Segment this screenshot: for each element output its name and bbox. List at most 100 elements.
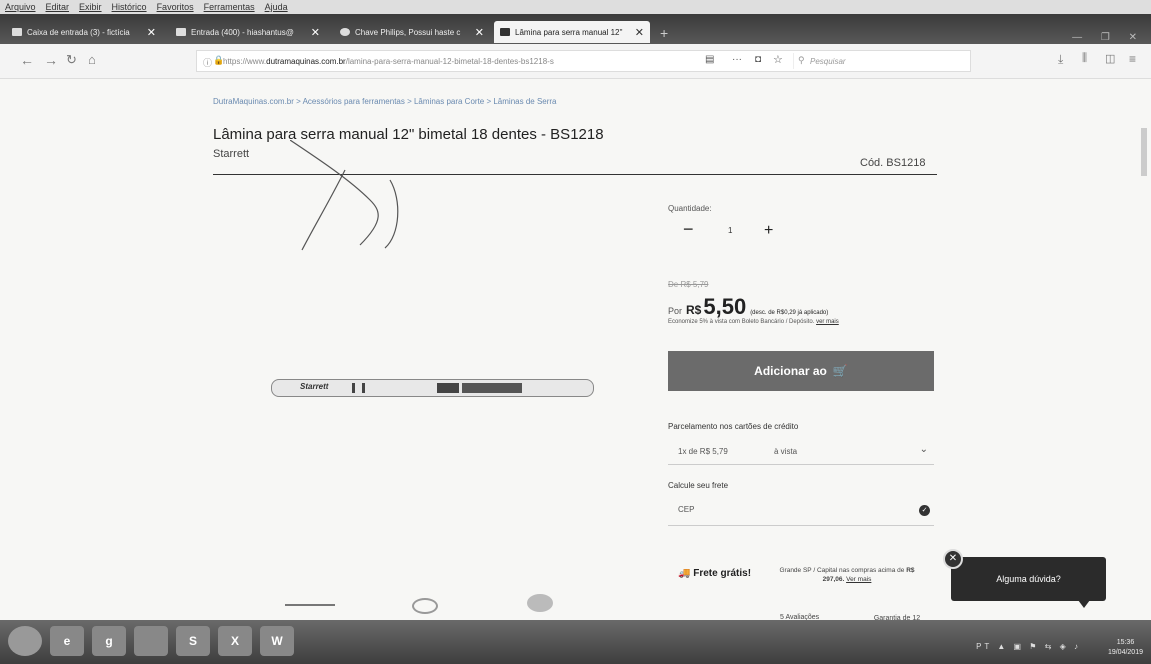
chat-widget[interactable]: Alguma dúvida? [951,557,1106,601]
menu-historico[interactable]: Histórico [107,0,152,14]
address-bar[interactable]: ⓘ 🔒 https://www.dutramaquinas.com.br/lam… [196,50,971,72]
start-button[interactable] [8,626,42,656]
chrome-icon [340,28,350,36]
free-shipping-link[interactable]: Ver mais [846,576,871,583]
taskbar-ie[interactable]: e [50,626,84,656]
system-tray[interactable]: PT ▲ ▣ ⚑ ⇆ ◈ ♪ [976,642,1081,651]
tab-inbox-2[interactable]: Entrada (400) - hiashantus@ ✕ [170,21,326,43]
download-icon[interactable]: ⤓ [1058,52,1063,67]
tab-label: Caixa de entrada (3) - fictícia [27,27,130,37]
discount-note: (desc. de R$0,29 já aplicado) [750,310,829,316]
economy-note: Economize 5% à vista com Boleto Bancário… [668,319,839,325]
clock-time: 15:36 [1116,639,1135,646]
free-shipping-label: Frete grátis! [693,568,752,579]
back-icon[interactable]: ← [20,52,34,68]
add-to-cart-button[interactable]: Adicionar ao 🛒 [668,351,934,391]
installments-select[interactable]: 1x de R$ 5,79 à vista ⌄ [668,438,934,465]
shipping-label: Calcule seu frete [668,481,729,490]
quantity-decrease-button[interactable]: − [683,219,694,240]
handwritten-signature [290,140,399,251]
close-icon[interactable]: ✕ [943,549,963,569]
search-input[interactable]: ⚲ Pesquisar [793,53,968,69]
taskbar-chrome[interactable]: g [92,626,126,656]
taskbar-explorer[interactable] [134,626,168,656]
clock-date: 19/04/2019 [1107,649,1143,656]
library-icon[interactable]: ⫼ [1082,52,1087,65]
home-icon[interactable]: ⌂ [88,52,96,67]
tab-label: Chave Philips, Possui haste c [355,27,461,37]
search-icon: ⚲ [798,55,805,65]
tab-lamina[interactable]: Lâmina para serra manual 12'' ✕ [494,21,650,43]
thumbnail[interactable] [285,590,335,618]
pocket-icon[interactable]: ◘ [755,54,761,65]
scrollbar[interactable] [1139,98,1149,618]
product-code: Cód. BS1218 [860,157,926,169]
close-icon[interactable]: ✕ [147,26,156,39]
close-icon[interactable]: ✕ [311,26,320,39]
taskbar-skype[interactable]: S [176,626,210,656]
close-icon[interactable]: ✕ [635,26,644,39]
forward-icon[interactable]: → [44,52,58,68]
tab-label: Lâmina para serra manual 12'' [515,27,623,37]
menu-favoritos[interactable]: Favoritos [152,0,199,14]
more-icon[interactable]: ··· [732,54,742,65]
product-image-brand: Starrett [300,382,329,391]
thumbnail[interactable] [515,590,565,618]
menu-icon[interactable]: ≡ [1129,52,1136,66]
cep-placeholder: CEP [678,505,695,514]
price-prefix: Por [668,306,683,316]
quantity-increase-button[interactable]: + [764,222,773,240]
blade-stripe [352,383,355,393]
product-image[interactable]: Starrett [271,379,594,397]
sidebar-icon[interactable]: ◫ [1105,52,1115,65]
scrollbar-thumb[interactable] [1141,128,1147,176]
tab-inbox-1[interactable]: Caixa de entrada (3) - fictícia ✕ [6,21,162,43]
installments-label: Parcelamento nos cartões de crédito [668,422,799,431]
menu-ferramentas[interactable]: Ferramentas [199,0,260,14]
chat-tail [1078,600,1090,608]
reload-icon[interactable]: ↻ [66,52,77,68]
menu-bar: Arquivo Editar Exibir Histórico Favoritos Fer… [0,0,1151,14]
language-indicator[interactable]: PT [976,642,992,651]
menu-editar[interactable]: Editar [41,0,75,14]
submit-cep-icon[interactable]: ✓ [919,505,930,516]
url-text[interactable]: https://www.dutramaquinas.com.br/lamina-… [223,57,693,66]
cart-icon: 🛒 [832,364,848,378]
close-icon[interactable]: ✕ [475,26,484,39]
menu-exibir[interactable]: Exibir [74,0,107,14]
product-brand[interactable]: Starrett [213,148,249,160]
info-icon: ⓘ [203,58,213,68]
tab-chave-philips[interactable]: Chave Philips, Possui haste c ✕ [334,21,490,43]
mail-icon [176,28,186,36]
taskbar-excel[interactable]: X [218,626,252,656]
quantity-label: Quantidade: [668,204,712,213]
menu-ajuda[interactable]: Ajuda [260,0,293,14]
taskbar: e g S X W PT ▲ ▣ ⚑ ⇆ ◈ ♪ 15:36 19/04/201… [0,620,1151,664]
blade-stripe [462,383,522,393]
blade-stripe [437,383,459,393]
economy-link[interactable]: ver mais [816,319,839,325]
installment-times: 1x de R$ 5,79 [678,447,728,456]
tab-strip: Caixa de entrada (3) - fictícia ✕ Entrad… [0,14,1151,44]
cep-input[interactable]: CEP ✓ [668,497,934,526]
window-controls[interactable]: — ❐ ✕ [1072,32,1145,43]
taskbar-word[interactable]: W [260,626,294,656]
product-thumbnails [220,590,650,620]
breadcrumb[interactable]: DutraMaquinas.com.br > Acessórios para f… [213,97,557,106]
price-value: 5,50 [703,294,747,319]
reader-view-icon[interactable]: ▤ [705,54,714,65]
quantity-input[interactable]: 1 [728,226,732,235]
add-to-cart-label: Adicionar ao [754,364,827,378]
thumbnail[interactable] [400,590,450,618]
site-icon [500,28,510,36]
new-tab-icon[interactable]: + [660,25,668,41]
currency: R$ [686,303,702,317]
bookmark-star-icon[interactable]: ☆ [773,53,783,66]
mail-icon [12,28,22,36]
old-price: De R$ 5,79 [668,280,709,289]
free-shipping-info: Grande SP / Capital nas compras acima de… [772,566,922,584]
menu-arquivo[interactable]: Arquivo [0,0,41,14]
free-shipping-text: Grande SP / Capital nas compras acima de [779,567,905,574]
clock[interactable]: 15:36 19/04/2019 [1108,638,1143,658]
installment-condition: à vista [774,447,798,456]
